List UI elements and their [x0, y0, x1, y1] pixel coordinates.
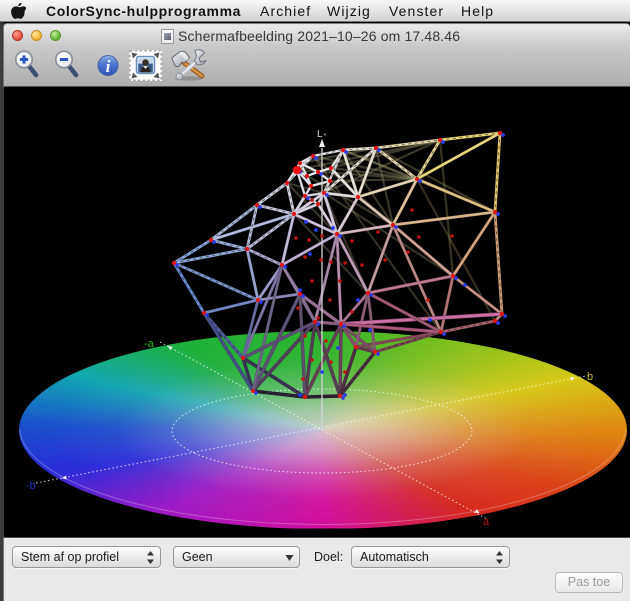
svg-text:b: b — [587, 371, 593, 383]
svg-text:*: * — [324, 133, 327, 140]
svg-text:a: a — [483, 516, 490, 528]
svg-text:L: L — [317, 129, 323, 140]
svg-text:-b: -b — [26, 480, 36, 492]
svg-text:-a: -a — [144, 338, 155, 350]
